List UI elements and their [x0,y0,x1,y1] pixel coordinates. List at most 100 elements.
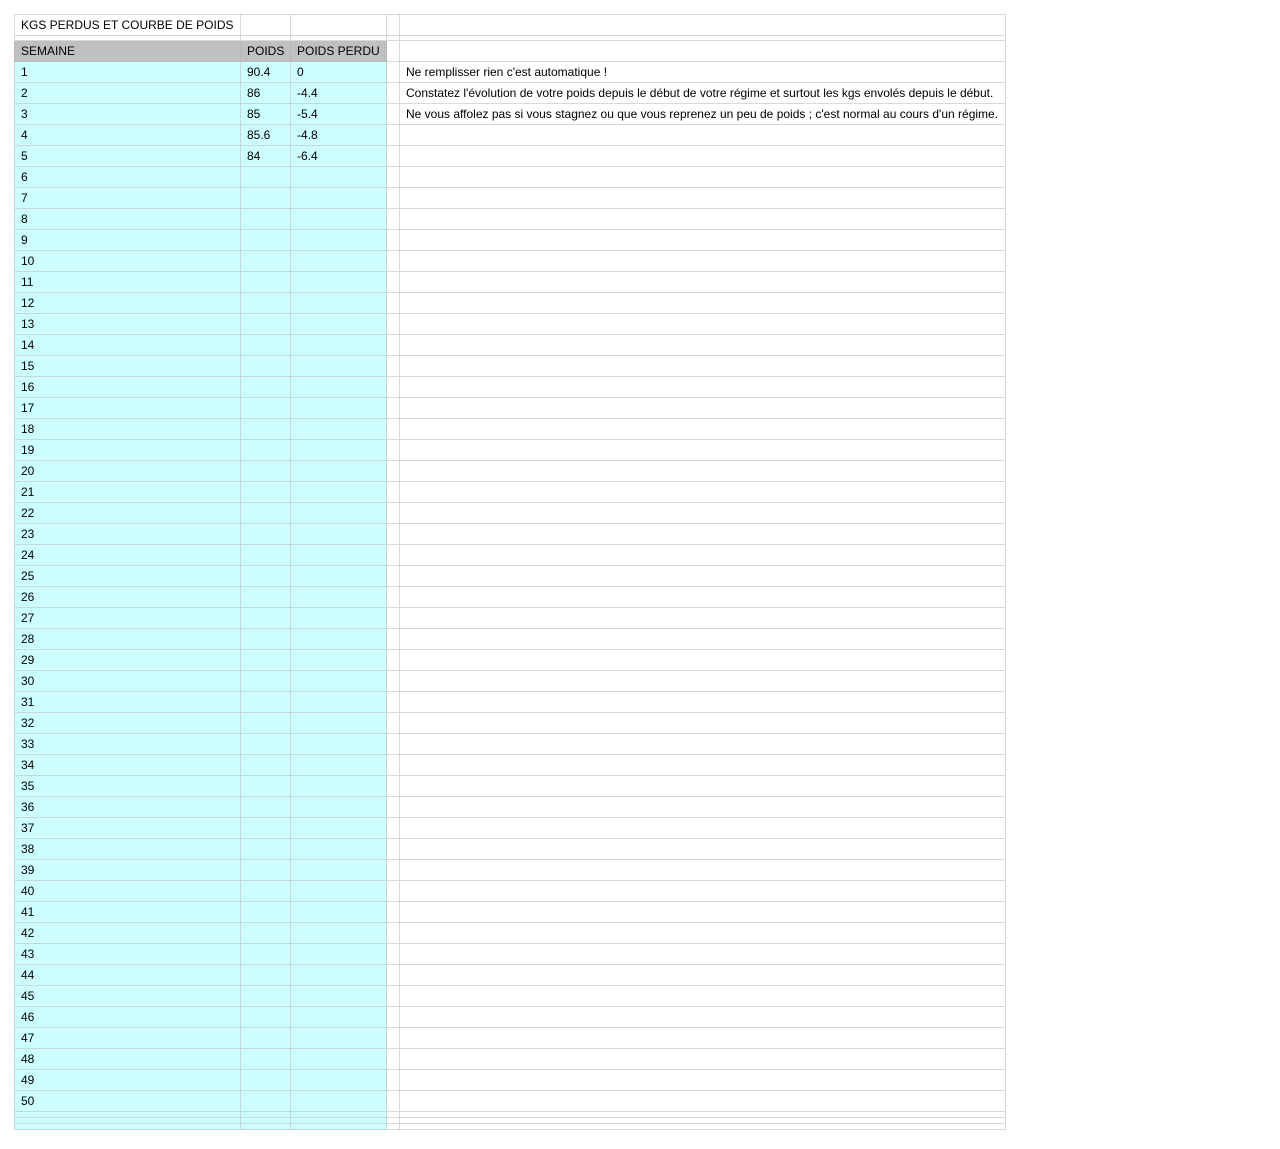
poids-cell[interactable] [240,649,291,671]
semaine-cell[interactable]: 10 [14,250,241,272]
semaine-cell[interactable]: 39 [14,859,241,881]
poids-cell[interactable] [240,691,291,713]
poids-cell[interactable] [240,376,291,398]
header-semaine[interactable]: SEMAINE [14,40,241,62]
poids-perdu-cell[interactable]: -4.4 [290,82,387,104]
semaine-cell[interactable]: 26 [14,586,241,608]
note-cell[interactable]: Ne vous affolez pas si vous stagnez ou q… [399,103,1006,125]
semaine-cell[interactable]: 13 [14,313,241,335]
spacer-cell[interactable] [386,187,400,209]
poids-perdu-cell[interactable] [290,544,387,566]
poids-cell[interactable] [240,1069,291,1091]
poids-perdu-cell[interactable] [290,292,387,314]
poids-perdu-cell[interactable] [290,943,387,965]
semaine-cell[interactable]: 9 [14,229,241,251]
poids-cell[interactable]: 84 [240,145,291,167]
note-cell[interactable] [399,838,1006,860]
semaine-cell[interactable]: 12 [14,292,241,314]
note-cell[interactable] [399,1090,1006,1112]
spacer-cell[interactable] [386,334,400,356]
sheet-title[interactable]: KGS PERDUS ET COURBE DE POIDS [14,14,241,36]
poids-perdu-cell[interactable] [290,250,387,272]
spacer-cell[interactable] [386,292,400,314]
semaine-cell[interactable]: 28 [14,628,241,650]
spacer-cell[interactable] [386,1006,400,1028]
semaine-cell[interactable]: 49 [14,1069,241,1091]
note-cell[interactable] [399,145,1006,167]
poids-perdu-cell[interactable]: -4.8 [290,124,387,146]
poids-perdu-cell[interactable] [290,376,387,398]
poids-cell[interactable] [240,355,291,377]
poids-cell[interactable] [240,712,291,734]
spacer-cell[interactable] [386,985,400,1007]
spacer-cell[interactable] [386,439,400,461]
poids-cell[interactable] [240,292,291,314]
poids-perdu-cell[interactable] [290,208,387,230]
spacer-cell[interactable] [386,859,400,881]
spacer-cell[interactable] [386,229,400,251]
semaine-cell[interactable]: 11 [14,271,241,293]
semaine-cell[interactable]: 30 [14,670,241,692]
poids-perdu-cell[interactable] [290,1048,387,1070]
semaine-cell[interactable]: 24 [14,544,241,566]
header-poids[interactable]: POIDS [240,40,291,62]
spacer-cell[interactable] [386,775,400,797]
semaine-cell[interactable]: 47 [14,1027,241,1049]
poids-cell[interactable] [240,1027,291,1049]
semaine-cell[interactable]: 36 [14,796,241,818]
note-cell[interactable]: Constatez l'évolution de votre poids dep… [399,82,1006,104]
poids-cell[interactable] [240,229,291,251]
spacer-cell[interactable] [386,145,400,167]
poids-cell[interactable] [240,334,291,356]
poids-perdu-cell[interactable] [290,502,387,524]
note-cell[interactable] [399,544,1006,566]
spacer-cell[interactable] [386,1069,400,1091]
semaine-cell[interactable]: 1 [14,61,241,83]
note-cell[interactable] [399,586,1006,608]
spacer-cell[interactable] [386,460,400,482]
spacer-cell[interactable] [386,691,400,713]
poids-cell[interactable] [240,271,291,293]
spacer-cell[interactable] [386,838,400,860]
spacer-cell[interactable] [386,964,400,986]
poids-cell[interactable] [240,1006,291,1028]
spacer-cell[interactable] [386,376,400,398]
note-cell[interactable] [399,880,1006,902]
note-cell[interactable] [399,481,1006,503]
note-cell[interactable] [399,859,1006,881]
note-cell[interactable] [399,775,1006,797]
semaine-cell[interactable]: 29 [14,649,241,671]
semaine-cell[interactable]: 34 [14,754,241,776]
note-cell[interactable] [399,439,1006,461]
spacer-cell[interactable] [386,208,400,230]
poids-perdu-cell[interactable] [290,481,387,503]
poids-perdu-cell[interactable] [290,439,387,461]
semaine-cell[interactable]: 4 [14,124,241,146]
poids-perdu-cell[interactable] [290,1006,387,1028]
poids-perdu-cell[interactable] [290,712,387,734]
spacer-cell[interactable] [386,628,400,650]
poids-cell[interactable] [240,859,291,881]
semaine-cell[interactable]: 16 [14,376,241,398]
note-cell[interactable] [399,922,1006,944]
spacer-cell[interactable] [386,166,400,188]
semaine-cell[interactable]: 25 [14,565,241,587]
spacer-cell[interactable] [386,607,400,629]
poids-perdu-cell[interactable] [290,586,387,608]
spacer-cell[interactable] [386,502,400,524]
poids-cell[interactable] [240,922,291,944]
semaine-cell[interactable]: 42 [14,922,241,944]
spacer-cell[interactable] [386,544,400,566]
poids-cell[interactable]: 85.6 [240,124,291,146]
note-cell[interactable] [399,901,1006,923]
spacer-cell[interactable] [386,1027,400,1049]
note-cell[interactable] [399,292,1006,314]
semaine-cell[interactable]: 48 [14,1048,241,1070]
note-cell[interactable] [399,313,1006,335]
note-cell[interactable] [399,229,1006,251]
poids-perdu-cell[interactable] [290,628,387,650]
poids-cell[interactable] [240,565,291,587]
poids-cell[interactable] [240,586,291,608]
poids-cell[interactable] [240,754,291,776]
poids-perdu-cell[interactable] [290,796,387,818]
